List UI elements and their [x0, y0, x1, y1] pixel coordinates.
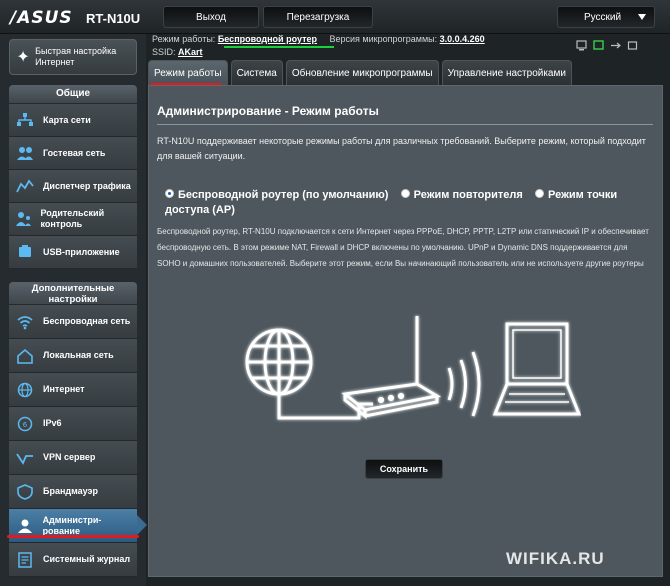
- parental-control-icon: [13, 209, 34, 229]
- magic-wand-icon: ✦: [16, 49, 30, 66]
- ssid-label: SSID:: [152, 47, 176, 57]
- sidebar-item-label: Интернет: [43, 384, 85, 394]
- firmware-value-link[interactable]: 3.0.0.4.260: [440, 34, 485, 44]
- network-status-icon[interactable]: [576, 38, 587, 51]
- guest-network-icon: [13, 143, 37, 163]
- laptop-icon: [492, 322, 581, 416]
- language-select[interactable]: Русский: [557, 6, 655, 28]
- tab-firmware-upgrade[interactable]: Обновление микропрограммы: [285, 60, 439, 85]
- admin-icon: [13, 516, 37, 536]
- tab-bar: Режим работы Система Обновление микропро…: [148, 60, 575, 85]
- sidebar-item-firewall[interactable]: Брандмауэр: [9, 475, 137, 509]
- wifi-waves-icon: [447, 351, 481, 417]
- sidebar-item-guest-network[interactable]: Гостевая сеть: [9, 137, 137, 170]
- sidebar-item-ipv6[interactable]: 6 IPv6: [9, 407, 137, 441]
- sidebar-item-wireless[interactable]: Беспроводная сеть: [9, 305, 137, 339]
- sidebar: ✦ Быстрая настройка Интернет Общие Карта…: [0, 34, 147, 586]
- annotation-underline: [7, 535, 139, 538]
- sidebar-item-lan[interactable]: Локальная сеть: [9, 339, 137, 373]
- sidebar-item-label: Беспроводная сеть: [43, 316, 131, 326]
- router-mode-illustration: [245, 316, 581, 420]
- mode-repeater-radio[interactable]: [400, 189, 410, 198]
- main-panel: Администрирование - Режим работы RT-N10U…: [148, 85, 663, 577]
- lan-icon: [13, 346, 37, 366]
- sidebar-item-label: VPN сервер: [43, 452, 96, 462]
- traffic-manager-icon: [13, 176, 37, 196]
- svg-text:6: 6: [23, 421, 28, 429]
- general-menu: Карта сети Гостевая сеть Диспетчер трафи…: [9, 104, 137, 269]
- sidebar-item-vpn[interactable]: VPN сервер: [9, 441, 137, 475]
- sidebar-item-label: Администри-рование: [42, 514, 102, 536]
- sidebar-item-label: IPv6: [43, 418, 62, 428]
- sidebar-item-usb-app[interactable]: USB-приложение: [9, 236, 137, 269]
- sidebar-item-label: Локальная сеть: [43, 350, 114, 360]
- chevron-down-icon: [638, 14, 646, 20]
- sidebar-item-label: Системный журнал: [43, 554, 131, 564]
- network-map-icon: [13, 110, 37, 130]
- mode-value-link[interactable]: Беспроводной роутер: [218, 34, 317, 44]
- mode-label: Режим работы:: [152, 34, 216, 44]
- printer-status-icon[interactable]: [627, 38, 638, 50]
- usb-app-icon: [13, 242, 37, 262]
- sidebar-item-label: Родительский контроль: [40, 208, 105, 229]
- router-model: RT-N10U: [86, 11, 141, 26]
- ipv6-icon: 6: [13, 414, 37, 434]
- top-header: /ASUS RT-N10U Выход Перезагрузка Русский: [0, 0, 670, 34]
- sidebar-item-internet[interactable]: Интернет: [9, 373, 137, 407]
- mode-repeater-label[interactable]: Режим повторителя: [414, 189, 523, 201]
- wan-status-icon[interactable]: [593, 38, 604, 50]
- status-icons: [576, 38, 638, 51]
- firewall-icon: [13, 482, 37, 502]
- advanced-section-header: Дополнительные настройки: [9, 282, 137, 305]
- sidebar-item-network-map[interactable]: Карта сети: [9, 104, 137, 137]
- sidebar-item-parental-control[interactable]: Родительский контроль: [9, 203, 137, 236]
- sidebar-item-label: USB-приложение: [43, 246, 120, 257]
- globe-icon: [245, 328, 313, 396]
- syslog-icon: [13, 550, 37, 570]
- asus-logo: /ASUS: [10, 8, 73, 28]
- usb-status-icon[interactable]: [610, 38, 621, 49]
- tab-system[interactable]: Система: [230, 60, 283, 85]
- router-icon: [341, 316, 442, 420]
- internet-icon: [13, 380, 37, 400]
- mode-ap-radio[interactable]: [535, 189, 545, 198]
- ssid-value-link[interactable]: AKart: [178, 47, 203, 57]
- logout-button[interactable]: Выход: [163, 6, 259, 28]
- watermark: WIFIKA.RU: [506, 549, 605, 568]
- quick-setup-label: Быстрая настройка Интернет: [35, 46, 117, 67]
- sidebar-item-traffic-manager[interactable]: Диспетчер трафика: [9, 170, 137, 203]
- vpn-icon: [13, 448, 37, 468]
- language-value: Русский: [584, 11, 622, 23]
- wireless-icon: [13, 312, 37, 332]
- page-description: RT-N10U поддерживает некоторые режимы ра…: [157, 136, 646, 161]
- reboot-button[interactable]: Перезагрузка: [263, 6, 373, 28]
- quick-setup-button[interactable]: ✦ Быстрая настройка Интернет: [9, 39, 137, 75]
- tab-operation-mode[interactable]: Режим работы: [148, 60, 228, 85]
- sidebar-item-label: Диспетчер трафика: [43, 180, 131, 191]
- mode-router-label[interactable]: Беспроводной роутер (по умолчанию): [178, 189, 388, 201]
- operation-mode-options: Беспроводной роутер (по умолчанию) Режим…: [165, 188, 635, 218]
- general-section-header: Общие: [9, 85, 137, 103]
- divider: [157, 124, 653, 125]
- page-title: Администрирование - Режим работы: [157, 104, 379, 118]
- highlight-underline: [224, 46, 334, 48]
- mode-router-radio[interactable]: [165, 189, 174, 198]
- sidebar-item-label: Брандмауэр: [43, 486, 99, 496]
- mode-description: Беспроводной роутер, RT-N10U подключаетс…: [157, 227, 649, 268]
- sidebar-item-label: Гостевая сеть: [43, 147, 106, 158]
- save-button[interactable]: Сохранить: [365, 459, 443, 479]
- sidebar-item-syslog[interactable]: Системный журнал: [9, 543, 137, 577]
- tab-settings-management[interactable]: Управление настройками: [441, 60, 572, 85]
- sidebar-item-label: Карта сети: [43, 114, 91, 125]
- firmware-label: Версия микропрограммы:: [329, 34, 438, 44]
